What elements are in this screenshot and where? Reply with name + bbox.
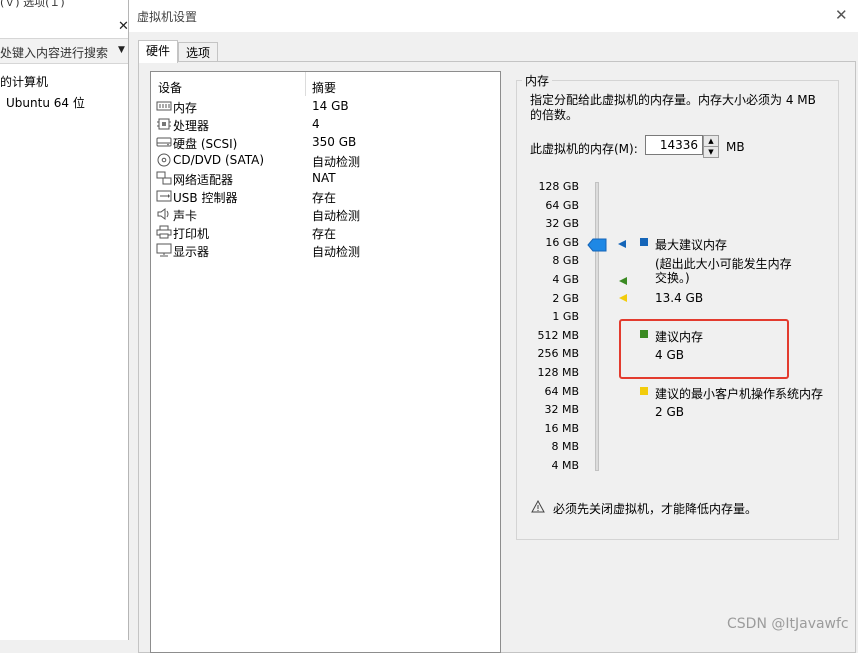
- min-recommended-legend-icon: [640, 387, 648, 395]
- recommended-label: 建议内存: [655, 330, 704, 344]
- max-recommended-label: 最大建议内存: [655, 238, 728, 252]
- device-name: CD/DVD (SATA): [173, 153, 265, 167]
- memory-icon: [156, 101, 172, 111]
- device-summary: NAT: [312, 171, 336, 185]
- device-summary: 14 GB: [312, 99, 349, 113]
- printer-icon: [156, 225, 172, 239]
- tab-hardware[interactable]: 硬件: [138, 40, 179, 63]
- device-name: 声卡: [173, 209, 198, 223]
- background-tree-title: 的计算机: [0, 75, 49, 89]
- memory-unit: MB: [726, 140, 745, 154]
- max-recommended-legend-icon: [640, 238, 648, 246]
- device-name: 显示器: [173, 245, 210, 259]
- device-summary: 自动检测: [312, 209, 361, 223]
- memory-slider-track[interactable]: [595, 182, 599, 471]
- usb-icon: [156, 190, 172, 202]
- max-recommended-marker-icon: [618, 240, 626, 248]
- column-separator[interactable]: [305, 72, 306, 96]
- spinner-down-icon[interactable]: ▼: [703, 146, 719, 158]
- device-name: 处理器: [173, 119, 210, 133]
- cd-dvd-icon: [157, 153, 171, 167]
- memory-spinner[interactable]: ▲ ▼: [703, 135, 719, 158]
- device-name: USB 控制器: [173, 191, 238, 205]
- memory-scale-label: 1 GB: [552, 310, 579, 323]
- memory-scale-label: 64 GB: [545, 199, 579, 212]
- memory-scale-label: 32 GB: [545, 217, 579, 230]
- device-row-memory[interactable]: 内存 14 GB: [151, 98, 500, 116]
- tab-options[interactable]: 选项: [178, 42, 219, 63]
- memory-scale-label: 32 MB: [544, 403, 579, 416]
- memory-size-input[interactable]: [645, 135, 703, 155]
- device-row-printer[interactable]: 打印机 存在: [151, 224, 500, 242]
- memory-scale-label: 128 MB: [537, 366, 579, 379]
- memory-field-label: 此虚拟机的内存(M):: [530, 142, 638, 156]
- max-recommended-note: (超出此大小可能发生内存交换。): [655, 257, 792, 285]
- background-menu-strip: (Ｖ) 选项(Ｉ): [0, 0, 130, 12]
- device-name: 打印机: [173, 227, 210, 241]
- memory-scale-label: 4 GB: [552, 273, 579, 286]
- display-icon: [156, 243, 172, 257]
- memory-scale-label: 8 MB: [551, 440, 579, 453]
- processor-icon: [157, 118, 171, 130]
- memory-scale-label: 4 MB: [551, 459, 579, 472]
- warning-icon: [531, 500, 545, 513]
- column-header-device[interactable]: 设备: [158, 79, 182, 96]
- memory-description: 指定分配给此虚拟机的内存量。内存大小必须为 4 MB 的倍数。: [530, 93, 816, 122]
- dialog-close-icon[interactable]: ✕: [835, 6, 848, 24]
- device-row-network-adapter[interactable]: 网络适配器 NAT: [151, 170, 500, 188]
- device-name: 内存: [173, 101, 198, 115]
- min-recommended-value: 2 GB: [655, 405, 684, 419]
- min-recommended-label: 建议的最小客户机操作系统内存: [655, 387, 824, 401]
- device-row-hard-disk[interactable]: 硬盘 (SCSI) 350 GB: [151, 134, 500, 152]
- min-recommended-marker-icon: [619, 294, 627, 302]
- memory-slider-thumb[interactable]: [587, 238, 607, 252]
- dialog-titlebar: 虚拟机设置 ✕: [129, 0, 858, 32]
- column-header-summary[interactable]: 摘要: [312, 79, 336, 96]
- memory-scale-label: 16 MB: [544, 422, 579, 435]
- recommended-legend-icon: [640, 330, 648, 338]
- device-summary: 350 GB: [312, 135, 357, 149]
- device-list-header: 设备 摘要: [151, 72, 500, 96]
- memory-scale-label: 128 GB: [538, 180, 579, 193]
- device-row-sound-card[interactable]: 声卡 自动检测: [151, 206, 500, 224]
- device-summary: 4: [312, 117, 320, 131]
- vm-settings-dialog: 虚拟机设置 ✕ 硬件 选项 设备 摘要 内存 14 GB 处理器 4 硬盘 (S…: [128, 0, 858, 653]
- recommended-marker-icon: [619, 277, 627, 285]
- background-search-dropdown-icon[interactable]: ▼: [118, 45, 125, 55]
- hard-disk-icon: [156, 137, 172, 147]
- max-recommended-value: 13.4 GB: [655, 291, 704, 305]
- warning-text: 必须先关闭虚拟机，才能降低内存量。: [553, 502, 758, 516]
- background-menu-text: (Ｖ) 选项(Ｉ): [0, 0, 65, 9]
- memory-group-title: 内存: [522, 72, 553, 89]
- recommended-value: 4 GB: [655, 348, 684, 362]
- device-name: 网络适配器: [173, 173, 234, 187]
- device-row-cd-dvd[interactable]: CD/DVD (SATA) 自动检测: [151, 152, 500, 170]
- sound-card-icon: [157, 208, 169, 220]
- device-row-processor[interactable]: 处理器 4: [151, 116, 500, 134]
- dialog-title: 虚拟机设置: [137, 10, 198, 24]
- network-adapter-icon: [156, 171, 172, 185]
- memory-scale-label: 256 MB: [537, 347, 579, 360]
- device-summary: 自动检测: [312, 155, 361, 169]
- device-name: 硬盘 (SCSI): [173, 137, 238, 151]
- memory-scale-label: 8 GB: [552, 254, 579, 267]
- background-tree-item-vm[interactable]: Ubuntu 64 位: [6, 94, 85, 111]
- watermark: CSDN @ItJavawfc: [727, 616, 849, 632]
- memory-scale-label: 16 GB: [545, 236, 579, 249]
- device-summary: 存在: [312, 191, 337, 205]
- device-summary: 自动检测: [312, 245, 361, 259]
- device-summary: 存在: [312, 227, 337, 241]
- device-row-display[interactable]: 显示器 自动检测: [151, 242, 500, 260]
- memory-scale-labels: 128 GB 64 GB 32 GB 16 GB 8 GB 4 GB 2 GB 1 GB 512…: [509, 180, 579, 480]
- device-row-usb-controller[interactable]: USB 控制器 存在: [151, 188, 500, 206]
- recommended-highlight-box: [619, 319, 789, 379]
- memory-scale-label: 512 MB: [537, 329, 579, 342]
- device-list[interactable]: 设备 摘要 内存 14 GB 处理器 4 硬盘 (SCSI) 350 GB CD…: [150, 71, 501, 653]
- memory-scale-label: 2 GB: [552, 292, 579, 305]
- background-search-input[interactable]: 处键入内容进行搜索: [0, 44, 108, 61]
- memory-scale-label: 64 MB: [544, 385, 579, 398]
